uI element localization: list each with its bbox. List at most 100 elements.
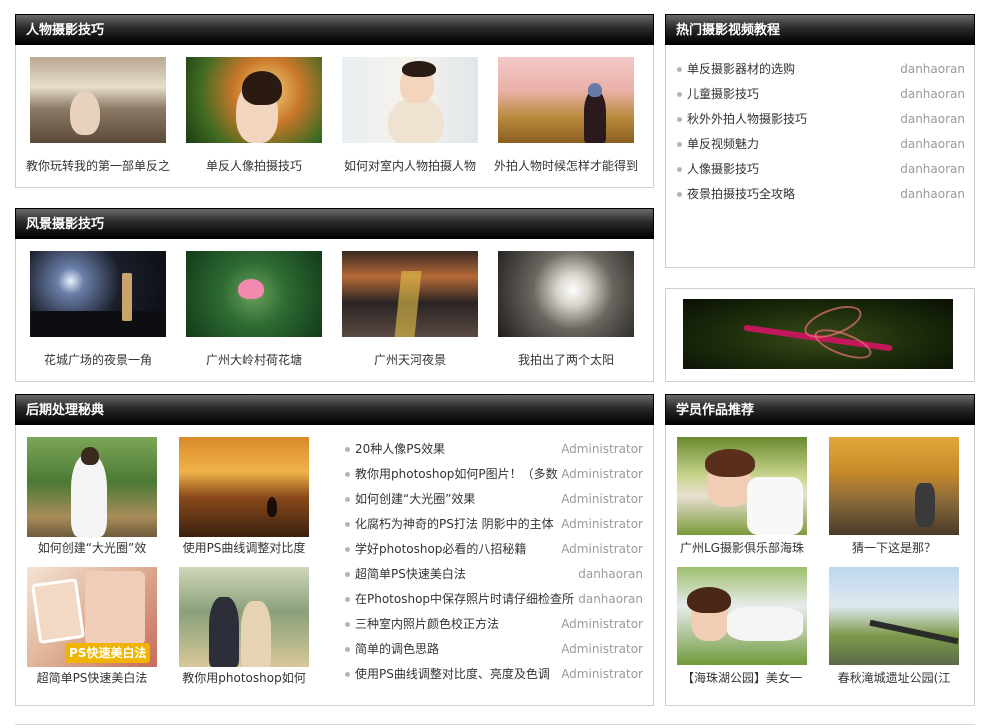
video-list: 单反摄影器材的选购 danhaoran 儿童摄影技巧 danhaoran 秋外外拍人… — [677, 57, 965, 207]
list-item[interactable]: 学好photoshop必看的八招秘籍 Administrator — [345, 537, 643, 562]
portrait-item-1[interactable]: 教你玩转我的第一部单反之 — [26, 57, 170, 174]
landscape-item-3-caption[interactable]: 广州天河夜景 — [335, 351, 485, 368]
dragonfly-macro-photo[interactable] — [683, 299, 953, 369]
list-item[interactable]: 使用PS曲线调整对比度、亮度及色调 Administrator — [345, 662, 643, 687]
list-item-title[interactable]: 简单的调色思路 — [355, 637, 563, 662]
landscape-panel-title: 风景摄影技巧 — [15, 208, 654, 239]
landscape-item-4-caption[interactable]: 我拍出了两个太阳 — [491, 351, 641, 368]
sunset-beach-photo[interactable] — [179, 437, 309, 537]
list-item-title[interactable]: 超简单PS快速美白法 — [355, 562, 563, 587]
landscape-item-4[interactable]: 我拍出了两个太阳 — [498, 251, 634, 368]
list-item-title[interactable]: 儿童摄影技巧 — [687, 82, 759, 107]
bullet-icon — [345, 497, 350, 502]
portrait-item-4[interactable]: 外拍人物时候怎样才能得到 — [494, 57, 638, 174]
postprocess-thumb-3-caption[interactable]: 超简单PS快速美白法 — [22, 669, 162, 686]
bullet-icon — [677, 192, 682, 197]
postprocess-thumb-1-caption[interactable]: 如何创建“大光圈”效 — [22, 539, 162, 556]
list-item-title[interactable]: 学好photoshop必看的八招秘籍 — [355, 537, 563, 562]
list-item-title[interactable]: 单反视频魅力 — [687, 132, 759, 157]
woman-blowing-kiss-photo[interactable] — [677, 437, 807, 535]
list-item[interactable]: 20种人像PS效果 Administrator — [345, 437, 643, 462]
list-item[interactable]: 单反视频魅力 danhaoran — [677, 132, 965, 157]
landscape-item-1[interactable]: 花城广场的夜景一角 — [30, 251, 166, 368]
list-item[interactable]: 化腐朽为神奇的PS打法 阴影中的主体 Administrator — [345, 512, 643, 537]
lotus-pond-photo[interactable] — [186, 251, 322, 337]
list-item-title[interactable]: 人像摄影技巧 — [687, 157, 759, 182]
list-item-title[interactable]: 单反摄影器材的选购 — [687, 57, 795, 82]
student-item-1-caption[interactable]: 广州LG摄影俱乐部海珠 — [672, 539, 812, 556]
list-item[interactable]: 夜景拍摄技巧全攻略 danhaoran — [677, 182, 965, 207]
list-item-author: danhaoran — [578, 592, 643, 606]
student-item-4-caption[interactable]: 春秋滝城遗址公园(江 — [824, 669, 964, 686]
portrait-item-2-caption[interactable]: 单反人像拍摄技巧 — [179, 157, 329, 174]
bullet-icon — [345, 472, 350, 477]
student-item-2[interactable]: 猜一下这是那？ — [829, 437, 959, 556]
list-item[interactable]: 儿童摄影技巧 danhaoran — [677, 82, 965, 107]
list-item-title[interactable]: 教你用photoshop如何P图片！（多数 — [355, 462, 563, 487]
postprocess-thumb-2-caption[interactable]: 使用PS曲线调整对比度 — [174, 539, 314, 556]
list-item[interactable]: 三种室内照片颜色校正方法 Administrator — [345, 612, 643, 637]
portrait-item-3-caption[interactable]: 如何对室内人物拍摄人物 — [335, 157, 485, 174]
city-night-square-photo[interactable] — [30, 251, 166, 337]
list-item-author: Administrator — [561, 442, 643, 456]
bullet-icon — [345, 572, 350, 577]
lakeside-park-photo[interactable] — [829, 567, 959, 665]
list-item-author: Administrator — [561, 542, 643, 556]
golden-trees-photo[interactable] — [829, 437, 959, 535]
postprocess-thumb-4-caption[interactable]: 教你用photoshop如何 — [174, 669, 314, 686]
bullet-icon — [677, 167, 682, 172]
student-item-3[interactable]: 【海珠湖公园】美女一 — [677, 567, 807, 686]
student-panel-title: 学员作品推荐 — [665, 394, 975, 425]
student-item-2-caption[interactable]: 猜一下这是那？ — [824, 539, 964, 556]
list-item-author: danhaoran — [578, 567, 643, 581]
list-item[interactable]: 人像摄影技巧 danhaoran — [677, 157, 965, 182]
woman-in-wheat-field-photo[interactable] — [498, 57, 634, 143]
woman-in-autumn-leaves-photo[interactable] — [186, 57, 322, 143]
woman-indoor-portrait-photo[interactable] — [342, 57, 478, 143]
couple-photo[interactable] — [179, 567, 309, 667]
list-item[interactable]: 在Photoshop中保存照片时请仔细检查所 danhaoran — [345, 587, 643, 612]
list-item[interactable]: 单反摄影器材的选购 danhaoran — [677, 57, 965, 82]
portrait-item-3[interactable]: 如何对室内人物拍摄人物 — [342, 57, 478, 174]
list-item[interactable]: 如何创建“大光圈”效果 Administrator — [345, 487, 643, 512]
list-item[interactable]: 超简单PS快速美白法 danhaoran — [345, 562, 643, 587]
banner-panel — [665, 288, 975, 382]
list-item-author: Administrator — [561, 492, 643, 506]
student-item-4[interactable]: 春秋滝城遗址公园(江 — [829, 567, 959, 686]
list-item-author: danhaoran — [900, 112, 965, 126]
list-item-title[interactable]: 20种人像PS效果 — [355, 437, 563, 462]
list-item-title[interactable]: 在Photoshop中保存照片时请仔细检查所 — [355, 587, 575, 612]
woman-lying-on-grass-photo[interactable] — [677, 567, 807, 665]
student-item-3-caption[interactable]: 【海珠湖公园】美女一 — [672, 669, 812, 686]
list-item-title[interactable]: 化腐朽为神奇的PS打法 阴影中的主体 — [355, 512, 563, 537]
ps-whitening-collage-photo[interactable]: PS快速美白法 — [27, 567, 157, 667]
list-item-author: danhaoran — [900, 62, 965, 76]
woman-on-beach-photo[interactable] — [30, 57, 166, 143]
postprocess-thumb-1[interactable]: 如何创建“大光圈”效 — [27, 437, 157, 556]
list-item-title[interactable]: 夜景拍摄技巧全攻略 — [687, 182, 795, 207]
postprocess-thumb-2[interactable]: 使用PS曲线调整对比度 — [179, 437, 309, 556]
bride-in-garden-photo[interactable] — [27, 437, 157, 537]
list-item[interactable]: 简单的调色思路 Administrator — [345, 637, 643, 662]
postprocess-thumb-4[interactable]: 教你用photoshop如何 — [179, 567, 309, 686]
list-item[interactable]: 秋外外拍人物摄影技巧 danhaoran — [677, 107, 965, 132]
portrait-item-4-caption[interactable]: 外拍人物时候怎样才能得到 — [491, 157, 641, 174]
portrait-item-1-caption[interactable]: 教你玩转我的第一部单反之 — [23, 157, 173, 174]
list-item-title[interactable]: 秋外外拍人物摄影技巧 — [687, 107, 807, 132]
postprocess-thumb-3[interactable]: PS快速美白法 超简单PS快速美白法 — [27, 567, 157, 686]
list-item-title[interactable]: 使用PS曲线调整对比度、亮度及色调 — [355, 662, 563, 687]
landscape-item-1-caption[interactable]: 花城广场的夜景一角 — [23, 351, 173, 368]
list-item-title[interactable]: 三种室内照片颜色校正方法 — [355, 612, 563, 637]
landscape-item-2[interactable]: 广州大岭村荷花塘 — [186, 251, 322, 368]
list-item-author: danhaoran — [900, 87, 965, 101]
night-highway-photo[interactable] — [342, 251, 478, 337]
list-item[interactable]: 教你用photoshop如何P图片！（多数 Administrator — [345, 462, 643, 487]
footer-divider — [15, 724, 975, 725]
list-item-title[interactable]: 如何创建“大光圈”效果 — [355, 487, 563, 512]
list-item-author: Administrator — [561, 617, 643, 631]
sun-through-clouds-photo[interactable] — [498, 251, 634, 337]
student-item-1[interactable]: 广州LG摄影俱乐部海珠 — [677, 437, 807, 556]
portrait-item-2[interactable]: 单反人像拍摄技巧 — [186, 57, 322, 174]
landscape-item-3[interactable]: 广州天河夜景 — [342, 251, 478, 368]
landscape-item-2-caption[interactable]: 广州大岭村荷花塘 — [179, 351, 329, 368]
